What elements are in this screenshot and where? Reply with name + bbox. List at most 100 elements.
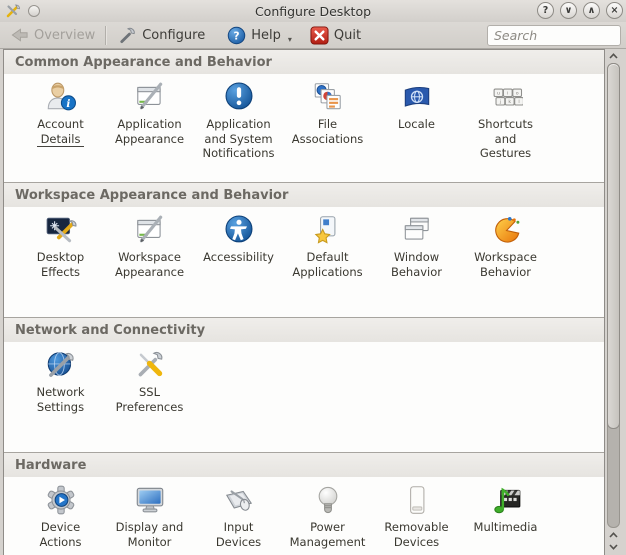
item-label: Display and Monitor [115,520,184,549]
search-box [487,24,621,46]
item-label: Application Appearance [114,117,185,146]
item-label: Multimedia [473,520,538,534]
settings-item-workspace-behavior[interactable]: Workspace Behavior [461,213,550,279]
section-items: Desktop Effects Workspace Appearance Acces… [4,207,604,317]
item-label: Locale [398,117,435,131]
quit-label: Quit [333,27,362,43]
item-label: Desktop Effects [36,250,85,279]
scrollbar-thumb[interactable] [607,63,620,429]
scroll-down-arrow[interactable] [606,541,621,553]
section-workspace-appearance-and-behavior: Workspace Appearance and Behavior Desktop… [4,182,604,317]
default-applications-icon [311,213,345,247]
help-label: Help [251,27,281,43]
account-details-icon: i [44,80,78,114]
settings-item-display-monitor[interactable]: Display and Monitor [105,483,194,549]
ssl-preferences-icon [133,348,167,382]
locale-icon [400,80,434,114]
configure-label: Configure [142,27,206,43]
settings-item-application-appearance[interactable]: Application Appearance [105,80,194,146]
settings-item-shortcuts-gestures[interactable]: u i o j k l Shortcuts and Gestures [461,80,550,161]
item-label: Workspace Behavior [474,250,537,279]
scroll-up-arrow[interactable] [606,50,621,62]
settings-item-power-management[interactable]: Power Management [283,483,372,549]
desktop-effects-icon [44,213,78,247]
window-close-button[interactable]: × [606,2,623,19]
app-icon[interactable] [5,3,21,19]
section-common-appearance-and-behavior: Common Appearance and Behavior i Account D… [4,50,604,182]
help-icon: ? [227,26,246,44]
help-button[interactable]: ? Help ▾ [221,24,298,47]
overview-label: Overview [34,27,96,43]
settings-item-file-associations[interactable]: File Associations [283,80,372,146]
item-label: Application and System Notifications [202,117,275,160]
item-label: Device Actions [39,520,82,549]
section-items: Device Actions Display and Monitor Input D… [4,477,604,549]
file-associations-icon [311,80,345,114]
titlebar-menu-button[interactable] [28,5,40,17]
settings-item-default-applications[interactable]: Default Applications [283,213,372,279]
item-label: Removable Devices [384,520,449,549]
window-help-button[interactable]: ? [537,2,554,19]
toolbar-separator [105,25,107,45]
settings-item-workspace-appearance[interactable]: Workspace Appearance [105,213,194,279]
input-devices-icon [222,483,256,517]
search-input[interactable] [487,24,621,46]
accessibility-icon [222,213,256,247]
item-label: Workspace Appearance [114,250,185,279]
overview-button[interactable]: Overview [4,25,101,45]
section-items: Network Settings SSL Preferences [4,342,604,452]
svg-text:?: ? [234,30,240,42]
item-label: Accessibility [203,250,274,264]
item-label: Default Applications [292,250,363,279]
svg-text:k: k [508,99,511,105]
vertical-scrollbar [606,49,621,555]
section-title: Network and Connectivity [4,318,604,342]
section-network-and-connectivity: Network and Connectivity Network Settings… [4,317,604,452]
toolbar: Overview Configure ? Help ▾ Quit Search [0,22,626,49]
wrench-icon [120,27,135,43]
settings-item-application-system-notifications[interactable]: Application and System Notifications [194,80,283,161]
titlebar: Configure Desktop ? ∨ ∧ × [0,0,626,22]
svg-text:i: i [66,97,70,110]
section-title: Common Appearance and Behavior [4,50,604,74]
window-behavior-icon [400,213,434,247]
svg-text:o: o [515,91,518,96]
settings-item-multimedia[interactable]: Multimedia [461,483,550,535]
settings-item-ssl-preferences[interactable]: SSL Preferences [105,348,194,414]
workspace-appearance-icon [133,213,167,247]
item-label: Network Settings [36,385,85,414]
settings-item-input-devices[interactable]: Input Devices [194,483,283,549]
settings-item-device-actions[interactable]: Device Actions [16,483,105,549]
settings-item-network-settings[interactable]: Network Settings [16,348,105,414]
help-dropdown-chevron-icon: ▾ [287,35,292,44]
svg-text:l: l [518,99,519,105]
window-minimize-button[interactable]: ∨ [560,2,577,19]
settings-item-accessibility[interactable]: Accessibility [194,213,283,265]
item-label: Power Management [289,520,366,549]
settings-grid-viewport: Common Appearance and Behavior i Account D… [3,49,605,555]
settings-item-removable-devices[interactable]: Removable Devices [372,483,461,549]
application-system-notifications-icon [222,80,256,114]
settings-item-account-details[interactable]: i Account Details [16,80,105,147]
workspace-behavior-icon [489,213,523,247]
item-label: File Associations [291,117,364,146]
scroll-up-arrow-bottom[interactable] [606,529,621,541]
item-label: Account Details [37,117,84,147]
removable-devices-icon [400,483,434,517]
svg-text:u: u [496,91,499,96]
window-buttons: ? ∨ ∧ × [537,2,623,19]
section-title: Workspace Appearance and Behavior [4,183,604,207]
display-monitor-icon [133,483,167,517]
settings-item-window-behavior[interactable]: Window Behavior [372,213,461,279]
quit-button[interactable]: Quit [304,24,367,47]
configure-desktop-window: Configure Desktop ? ∨ ∧ × Overview Confi… [0,0,626,555]
configure-button[interactable]: Configure [112,24,211,47]
item-label: Window Behavior [390,250,443,279]
window-maximize-button[interactable]: ∧ [583,2,600,19]
settings-item-locale[interactable]: Locale [372,80,461,132]
back-arrow-icon [11,28,28,42]
svg-text:j: j [498,99,500,105]
settings-item-desktop-effects[interactable]: Desktop Effects [16,213,105,279]
item-label: Input Devices [215,520,262,549]
svg-text:i: i [507,90,508,96]
